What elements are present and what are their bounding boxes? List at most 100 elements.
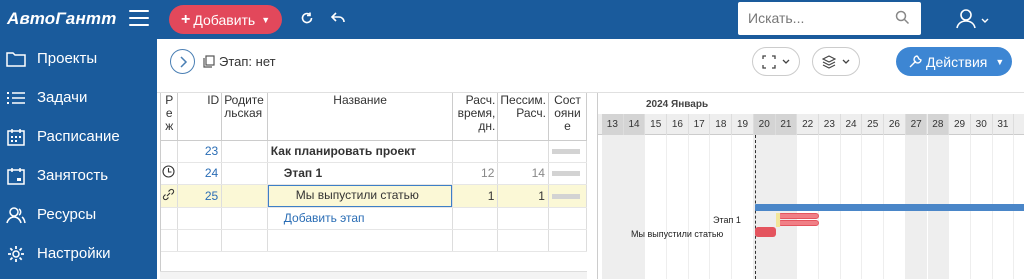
search-icon[interactable] (895, 10, 910, 30)
gantt-day-18: 18 (711, 114, 733, 135)
gantt-day-column (645, 135, 668, 279)
pessimistic-cell: 14 (497, 162, 549, 185)
summary-bar[interactable] (755, 204, 1024, 211)
add-stage-link[interactable]: Добавить этап (284, 211, 365, 225)
gantt-day-21: 21 (775, 114, 798, 135)
app-logo[interactable]: АвтоГантт (7, 9, 117, 29)
gantt-day-20: 20 (753, 114, 776, 135)
table-row (161, 229, 588, 252)
actions-label: Действия (926, 53, 988, 70)
pessimistic-cell (497, 140, 549, 163)
gantt-day-column (602, 135, 624, 279)
gantt-day-27: 27 (905, 114, 928, 135)
table-row[interactable]: 24 Этап 1 12 14 (161, 162, 588, 185)
sidebar-item-occupancy[interactable]: Занятость (0, 156, 157, 195)
column-header-id[interactable]: ID (177, 93, 223, 141)
user-icon (956, 9, 989, 29)
occupancy-icon (6, 166, 26, 186)
app-window: АвтоГантт + Добавить ▼ Искать... Проекты… (0, 0, 1024, 279)
column-header-parent[interactable]: Родительская (221, 93, 268, 141)
search-input[interactable] (748, 8, 888, 28)
column-header-mode[interactable]: Реж (161, 93, 179, 141)
layers-icon (822, 54, 836, 69)
search-box (738, 2, 921, 35)
refresh-icon[interactable] (299, 10, 317, 28)
chevron-down-icon (782, 59, 790, 64)
table-row[interactable]: 23 Как планировать проект (161, 140, 588, 163)
name-cell-editing[interactable]: Мы выпустили статью (267, 184, 454, 208)
chevron-down-icon (842, 59, 850, 64)
layers-button[interactable] (812, 47, 860, 76)
pessimistic-cell: 1 (497, 184, 549, 208)
gear-icon (6, 244, 26, 264)
sidebar-item-settings[interactable]: Настройки (0, 234, 157, 273)
task-grid: Реж ID Родительская Название Расч. время… (160, 93, 588, 279)
add-button[interactable]: + Добавить ▼ (169, 5, 282, 34)
gantt-day-17: 17 (689, 114, 711, 135)
calc-time-cell: 12 (452, 162, 499, 185)
mode-cell (161, 184, 179, 208)
gantt-day-14: 14 (623, 114, 646, 135)
stage-bar-label: Этап 1 (713, 215, 741, 225)
actions-button[interactable]: Действия ▼ (896, 47, 1012, 76)
gantt-month-label: 2024 Январь (646, 99, 709, 110)
mode-cell (161, 140, 179, 163)
name-cell[interactable]: Как планировать проект (267, 140, 454, 163)
fullscreen-icon (762, 54, 776, 69)
gantt-day-25: 25 (862, 114, 885, 135)
state-bar (551, 149, 580, 155)
parent-cell (221, 184, 268, 208)
wrench-icon (909, 54, 922, 67)
gantt-day-30: 30 (971, 114, 993, 135)
id-cell[interactable]: 24 (177, 162, 223, 185)
table-row[interactable]: Добавить этап (161, 207, 588, 230)
users-icon (6, 205, 26, 225)
clock-icon (162, 165, 175, 178)
state-cell (548, 140, 588, 163)
undo-icon[interactable] (330, 10, 348, 28)
project-toolbar: Этап: нет Действия ▼ (157, 39, 1024, 93)
expand-panel-button[interactable] (170, 49, 195, 74)
chevron-down-icon: ▼ (261, 14, 271, 25)
gantt-day-26: 26 (884, 114, 906, 135)
user-menu[interactable] (955, 8, 991, 35)
gantt-day-28: 28 (927, 114, 950, 135)
id-cell[interactable]: 25 (177, 184, 223, 208)
sidebar-item-label: Проекты (37, 50, 98, 67)
stage-filter[interactable]: Этап: нет (203, 54, 276, 69)
menu-icon[interactable] (129, 10, 149, 28)
column-header-calc-time[interactable]: Расч. время, дн. (452, 93, 499, 141)
gantt-day-column (732, 135, 754, 279)
state-cell (548, 184, 588, 208)
table-row[interactable]: 25 Мы выпустили статью 1 1 (161, 184, 588, 208)
plus-icon: + (181, 10, 191, 28)
sidebar-item-resources[interactable]: Ресурсы (0, 195, 157, 234)
column-header-state[interactable]: Состояние (548, 93, 588, 141)
sidebar-item-label: Расписание (37, 128, 120, 145)
stage-bar-pessimistic[interactable] (778, 220, 819, 226)
calc-time-cell: 1 (452, 184, 499, 208)
stage-bar[interactable] (778, 213, 819, 219)
folder-icon (6, 49, 26, 69)
sidebar-item-label: Ресурсы (37, 206, 97, 223)
task-bar[interactable] (755, 227, 776, 237)
sidebar-item-tasks[interactable]: Задачи (0, 78, 157, 117)
name-cell[interactable]: Этап 1 (267, 162, 454, 185)
gantt-days-header: 13 14 15 16 17 18 19 20 21 22 23 24 25 26 27 28 29 30 31 (598, 114, 1024, 135)
column-header-name[interactable]: Название (267, 93, 454, 141)
sidebar-item-projects[interactable]: Проекты (0, 39, 157, 78)
parent-cell (221, 140, 268, 163)
link-icon (162, 188, 175, 200)
name-editor[interactable]: Мы выпустили статью (267, 184, 452, 206)
sidebar-item-schedule[interactable]: Расписание (0, 117, 157, 156)
grid-horizontal-scrollbar[interactable] (160, 271, 587, 279)
gantt-day-29: 29 (949, 114, 971, 135)
top-bar: АвтоГантт + Добавить ▼ (0, 0, 1024, 39)
sidebar-item-label: Настройки (37, 245, 111, 262)
main-panel: Этап: нет Действия ▼ Реж ID Родительская… (157, 39, 1024, 279)
id-cell[interactable]: 23 (177, 140, 223, 163)
gantt-day-column (711, 135, 733, 279)
fullscreen-button[interactable] (752, 47, 800, 76)
column-header-pessimistic[interactable]: Пессим. Расч. (497, 93, 549, 141)
gantt-day-31: 31 (993, 114, 1015, 135)
